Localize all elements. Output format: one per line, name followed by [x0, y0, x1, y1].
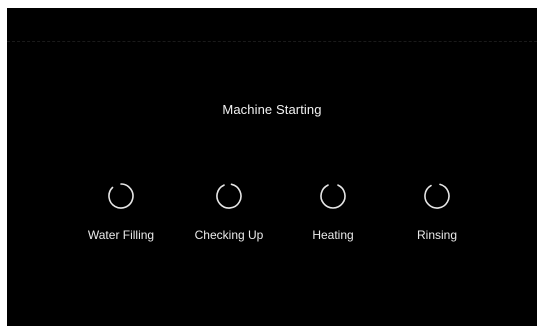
divider [7, 41, 537, 42]
spinner-icon [108, 183, 134, 209]
progress-steps: Water Filling Checking Up Heating Rinsin… [7, 182, 537, 262]
status-title: Machine Starting [222, 102, 322, 117]
step-rinsing: Rinsing [382, 182, 492, 242]
machine-display: Machine Starting Water Filling Checking … [7, 8, 537, 326]
step-label: Heating [312, 228, 354, 242]
step-label: Water Filling [87, 228, 155, 242]
step-heating: Heating [278, 182, 388, 242]
step-label: Rinsing [416, 228, 458, 242]
step-label: Checking Up [194, 228, 264, 242]
step-checking-up: Checking Up [174, 182, 284, 242]
spinner-icon [320, 184, 346, 209]
spinner-icon [424, 183, 450, 209]
spinner-icon [216, 183, 242, 209]
step-water-filling: Water Filling [66, 182, 176, 242]
